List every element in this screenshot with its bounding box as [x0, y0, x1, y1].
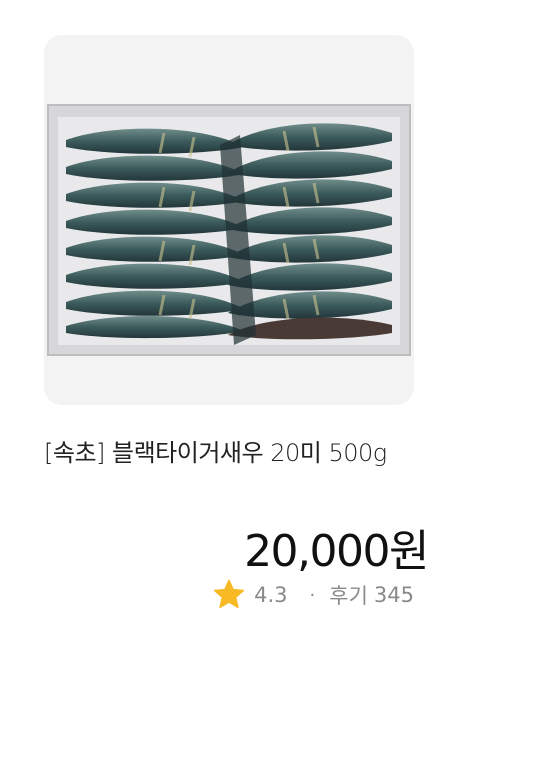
star-icon [214, 579, 245, 609]
shrimp-box-illustration [44, 35, 414, 405]
product-title[interactable]: [속초] 블랙타이거새우 20미 500g [44, 433, 504, 468]
review-count: 345 [373, 583, 414, 607]
rating-value: 4.3 [254, 583, 288, 607]
product-image[interactable] [44, 35, 414, 405]
product-card[interactable]: [속초] 블랙타이거새우 20미 500g 20,000원 4.3 · 후기 3… [0, 0, 540, 776]
separator-dot: · [309, 584, 316, 606]
price: 20,000원 [244, 526, 429, 577]
rating-review-row: 4.3 · 후기 345 [212, 577, 414, 613]
review-label: 후기 [329, 584, 368, 608]
